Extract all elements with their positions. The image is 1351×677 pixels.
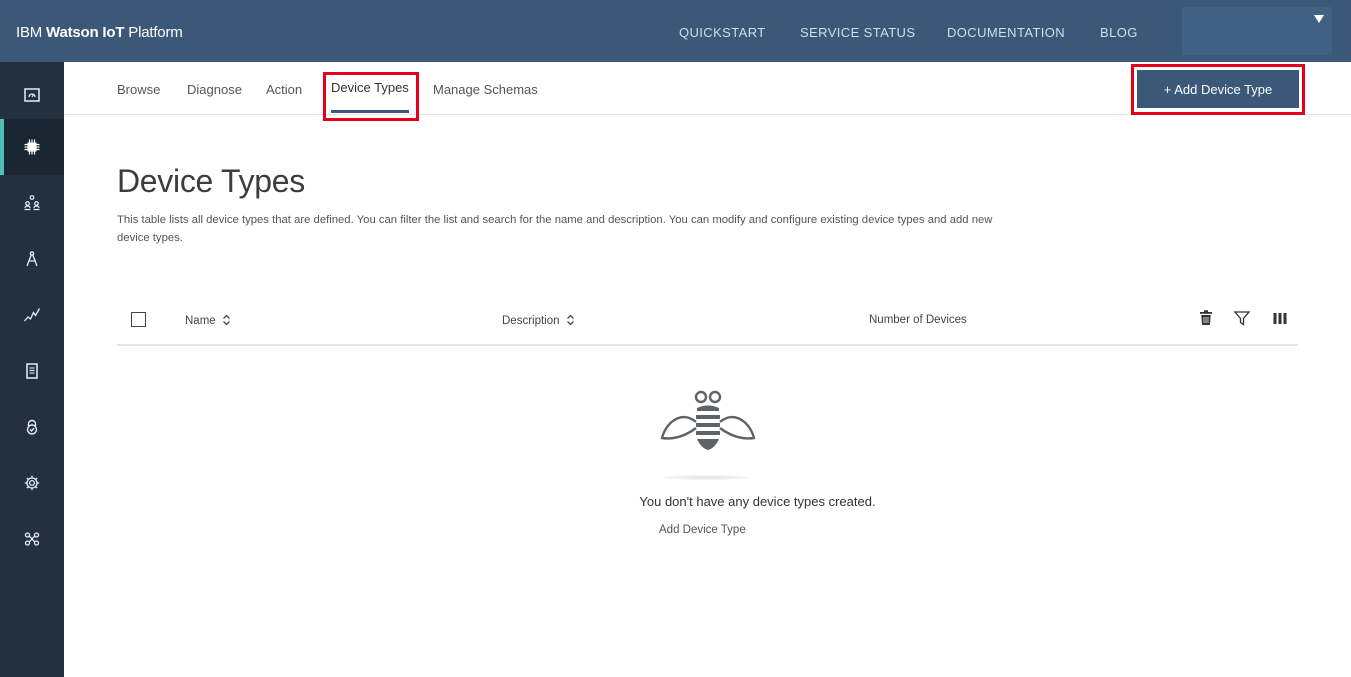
top-header: IBM Watson IoT Platform QUICKSTART SERVI… <box>0 0 1351 62</box>
column-number-of-devices: Number of Devices <box>869 314 967 326</box>
page-title: Device Types <box>117 163 305 199</box>
user-menu[interactable] <box>1182 7 1332 55</box>
column-name-label: Name <box>185 315 216 327</box>
tab-manage-schemas[interactable]: Manage Schemas <box>433 82 538 97</box>
select-all-checkbox[interactable] <box>131 312 146 327</box>
empty-state-message: You don't have any device types created. <box>639 494 876 509</box>
filter-icon[interactable] <box>1233 309 1251 327</box>
sidebar <box>0 62 64 677</box>
add-device-type-link[interactable]: Add Device Type <box>659 524 746 536</box>
column-name[interactable]: Name <box>185 314 231 327</box>
empty-state-message-row: You don't have any device types created. <box>0 494 1351 509</box>
empty-state-shadow <box>664 475 750 480</box>
page-description: This table lists all device types that a… <box>117 214 993 244</box>
active-tab-indicator <box>331 110 409 113</box>
sidebar-item-rules[interactable] <box>0 231 64 287</box>
caret-down-icon <box>1314 15 1324 23</box>
column-description[interactable]: Description <box>502 314 575 327</box>
dashboard-icon <box>24 88 40 102</box>
sort-icon <box>566 314 574 326</box>
security-lock-icon <box>26 419 38 435</box>
delete-trash-icon[interactable] <box>1197 309 1215 327</box>
usage-chart-icon <box>24 308 41 322</box>
empty-state-bee-icon <box>660 390 756 450</box>
sidebar-item-security[interactable] <box>0 399 64 455</box>
tab-diagnose[interactable]: Diagnose <box>187 82 242 97</box>
sidebar-item-logs[interactable] <box>0 343 64 399</box>
platform-logo[interactable]: IBM Watson IoT Platform <box>16 24 183 41</box>
nav-documentation[interactable]: DOCUMENTATION <box>947 25 1065 40</box>
tab-device-types[interactable]: Device Types <box>331 80 409 95</box>
extensions-icon <box>24 532 40 546</box>
add-device-type-button[interactable]: + Add Device Type <box>1137 70 1299 108</box>
compass-icon <box>26 251 38 267</box>
nav-blog[interactable]: BLOG <box>1100 25 1138 40</box>
document-icon <box>26 363 38 379</box>
sidebar-item-members[interactable] <box>0 175 64 231</box>
sidebar-item-extensions[interactable] <box>0 511 64 567</box>
sidebar-item-dashboard[interactable] <box>0 67 64 123</box>
column-description-label: Description <box>502 315 560 327</box>
chip-icon <box>24 139 40 155</box>
brand-suffix: Platform <box>124 24 183 41</box>
sidebar-item-usage[interactable] <box>0 287 64 343</box>
tab-action[interactable]: Action <box>266 82 302 97</box>
sort-icon <box>222 314 230 326</box>
columns-icon[interactable] <box>1271 309 1289 327</box>
brand-bold: Watson IoT <box>46 24 125 41</box>
brand-prefix: IBM <box>16 24 47 41</box>
nav-service-status[interactable]: SERVICE STATUS <box>800 25 915 40</box>
table-header: Name Description Number of Devices <box>117 303 1298 346</box>
nav-quickstart[interactable]: QUICKSTART <box>679 25 766 40</box>
tab-browse[interactable]: Browse <box>117 82 160 97</box>
members-icon <box>24 195 40 211</box>
sidebar-item-devices[interactable] <box>0 119 64 175</box>
settings-gear-icon <box>24 475 40 491</box>
